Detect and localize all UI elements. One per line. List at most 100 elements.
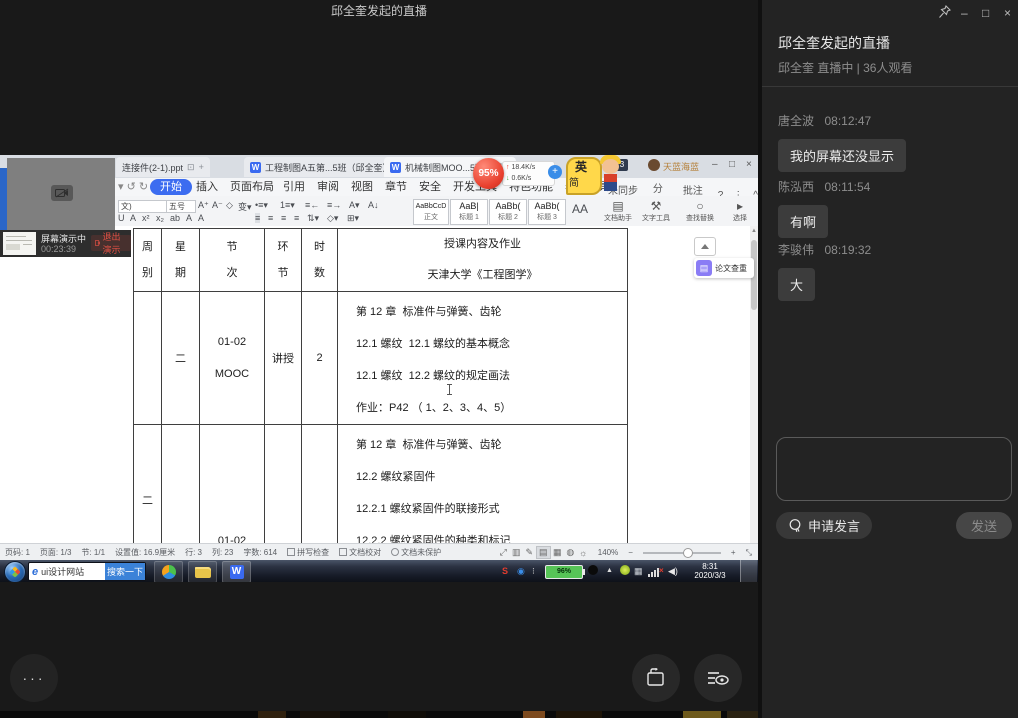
account-avatar[interactable]: [648, 159, 660, 171]
tray-dots-icon[interactable]: ⁝: [532, 565, 535, 577]
more-options-button[interactable]: ···: [10, 654, 58, 702]
taskbar-app-wps[interactable]: W: [222, 561, 251, 582]
ribbon-tab-review[interactable]: 审阅: [317, 180, 339, 195]
underline-icon[interactable]: U: [118, 213, 125, 223]
taskbar-app-browser[interactable]: [154, 561, 183, 582]
chat-input[interactable]: [776, 437, 1012, 501]
status-word-count[interactable]: 字数: 614: [243, 547, 277, 558]
ribbon-tab-insert[interactable]: 插入: [196, 180, 218, 195]
sort-icon[interactable]: A↓: [368, 200, 379, 210]
view-web-icon[interactable]: ▦: [551, 547, 564, 558]
volume-icon[interactable]: ◀): [668, 565, 678, 577]
battery-indicator[interactable]: 96%: [545, 565, 583, 579]
tab-pin-icon[interactable]: ⊡: [187, 162, 195, 173]
style-heading2[interactable]: AaBb( 标题 2: [489, 199, 527, 225]
zoom-slider-knob[interactable]: [683, 548, 693, 558]
doc-assistant-tool[interactable]: ▤ 文档助手: [600, 198, 636, 223]
highlight-icon[interactable]: ab: [170, 213, 180, 223]
align-center-icon[interactable]: ≡: [268, 213, 273, 223]
line-spacing-icon[interactable]: ⇅▾: [307, 213, 319, 224]
scroll-up-icon[interactable]: ▲: [751, 228, 757, 234]
paper-check-widget[interactable]: ▤ 论文查重: [694, 258, 754, 278]
style-normal[interactable]: AaBbCcD 正文: [413, 199, 449, 225]
collapse-widget-button[interactable]: [694, 237, 716, 256]
view-fullscreen-icon[interactable]: ⤢: [497, 547, 510, 558]
ribbon-tab-references[interactable]: 引用: [283, 180, 305, 195]
ribbon-tab-view[interactable]: 视图: [351, 180, 373, 195]
justify-icon[interactable]: ≡: [294, 213, 299, 223]
ribbon-tab-security[interactable]: 安全: [419, 180, 441, 195]
ribbon-tab-home[interactable]: 开始: [150, 179, 192, 195]
member-list-button[interactable]: [694, 654, 742, 702]
tray-shield-icon[interactable]: [620, 565, 630, 575]
tray-app-icon[interactable]: ◉: [517, 565, 525, 577]
pin-icon[interactable]: [938, 5, 951, 22]
spell-check-toggle[interactable]: 拼写检查: [287, 547, 329, 558]
switch-layout-button[interactable]: [632, 654, 680, 702]
fit-page-icon[interactable]: ⤡: [746, 548, 752, 558]
zoom-out-icon[interactable]: −: [628, 548, 633, 557]
wps-minimize-icon[interactable]: –: [712, 159, 718, 170]
bullets-icon[interactable]: •≡▾: [255, 200, 268, 211]
tray-dark-icon[interactable]: [588, 565, 598, 575]
style-heading1[interactable]: AaB| 标题 1: [450, 199, 488, 225]
search-go-button[interactable]: 搜索一下: [105, 563, 145, 580]
request-speak-button[interactable]: 申请发言: [776, 512, 872, 539]
font-size-select[interactable]: 五号: [166, 200, 196, 213]
account-name[interactable]: 天蓝海蓝: [663, 160, 699, 173]
wps-maximize-icon[interactable]: □: [729, 159, 735, 170]
new-tab-icon[interactable]: +: [199, 162, 204, 172]
view-write-icon[interactable]: ✎: [523, 547, 536, 558]
numbering-icon[interactable]: 1≡▾: [280, 200, 295, 211]
taskbar-search[interactable]: e ui设计网站 搜索一下: [28, 562, 146, 581]
start-button[interactable]: [4, 561, 26, 582]
text-tools[interactable]: ⚒ 文字工具: [638, 198, 674, 223]
protection-status[interactable]: 文档未保护: [391, 547, 441, 558]
tray-expand-icon[interactable]: ▲: [606, 565, 613, 577]
maximize-icon[interactable]: □: [982, 6, 989, 20]
tray-grid-icon[interactable]: ▦: [634, 565, 643, 577]
ribbon-tab-section[interactable]: 章节: [385, 180, 407, 195]
outdent-icon[interactable]: ≡←: [305, 200, 319, 210]
superscript-icon[interactable]: x²: [142, 213, 150, 223]
show-desktop-button[interactable]: [740, 560, 757, 582]
style-heading3[interactable]: AaBb( 标题 3: [528, 199, 566, 225]
find-replace-tool[interactable]: ○ 查找替换: [682, 198, 718, 223]
net-monitor-plus-icon[interactable]: +: [548, 165, 562, 179]
align-left-icon[interactable]: ≡: [255, 213, 260, 223]
exit-presentation-button[interactable]: 退出演示: [91, 235, 131, 251]
proofread-toggle[interactable]: 文档校对: [339, 547, 381, 558]
font-shrink-icon[interactable]: A⁻: [212, 200, 223, 211]
network-signal-icon[interactable]: [648, 568, 659, 577]
align-right-icon[interactable]: ≡: [281, 213, 286, 223]
quick-access-icons[interactable]: ▾ ↺ ↻: [118, 180, 148, 195]
taskbar-app-explorer[interactable]: [188, 561, 217, 582]
borders-icon[interactable]: ⊞▾: [347, 213, 359, 224]
select-tool[interactable]: ▸ 选择: [722, 198, 758, 223]
text-direction-icon[interactable]: A▾: [349, 200, 360, 211]
font-grow-icon[interactable]: A⁺: [198, 200, 209, 211]
search-input[interactable]: ui设计网站: [41, 565, 105, 578]
shading-icon[interactable]: ◇▾: [327, 213, 338, 224]
font-color-icon[interactable]: A: [130, 213, 136, 223]
net-monitor-ball[interactable]: 95%: [473, 158, 504, 189]
new-style-icon[interactable]: AA: [572, 202, 588, 216]
minimize-icon[interactable]: –: [961, 6, 968, 20]
taskbar-clock[interactable]: 8:31 2020/3/3: [686, 562, 734, 580]
clear-format-icon[interactable]: ◇: [226, 200, 233, 211]
zoom-slider[interactable]: [643, 552, 721, 554]
font-name-select[interactable]: 文): [118, 200, 168, 213]
char-color-icon[interactable]: A: [186, 213, 192, 223]
document-page[interactable]: 周别 星期 节次 环节 时数 授课内容及作业天津大学《工程图学》 二 01-02…: [0, 226, 758, 543]
phonetic-icon[interactable]: 变▾: [238, 200, 252, 213]
view-eye-protect-icon[interactable]: ☼: [577, 548, 590, 558]
doc-tab-ppt[interactable]: 连接件(2-1).ppt ⊡ +: [116, 157, 210, 177]
ribbon-tab-layout[interactable]: 页面布局: [230, 180, 274, 195]
ime-sticker[interactable]: 英 简: [566, 155, 630, 197]
indent-icon[interactable]: ≡→: [327, 200, 341, 210]
view-outline-icon[interactable]: ▥: [510, 547, 523, 558]
send-button[interactable]: 发送: [956, 512, 1012, 539]
tray-sogou-icon[interactable]: S: [502, 565, 508, 577]
view-globe-icon[interactable]: ◍: [564, 547, 577, 558]
zoom-level[interactable]: 140%: [598, 548, 618, 557]
